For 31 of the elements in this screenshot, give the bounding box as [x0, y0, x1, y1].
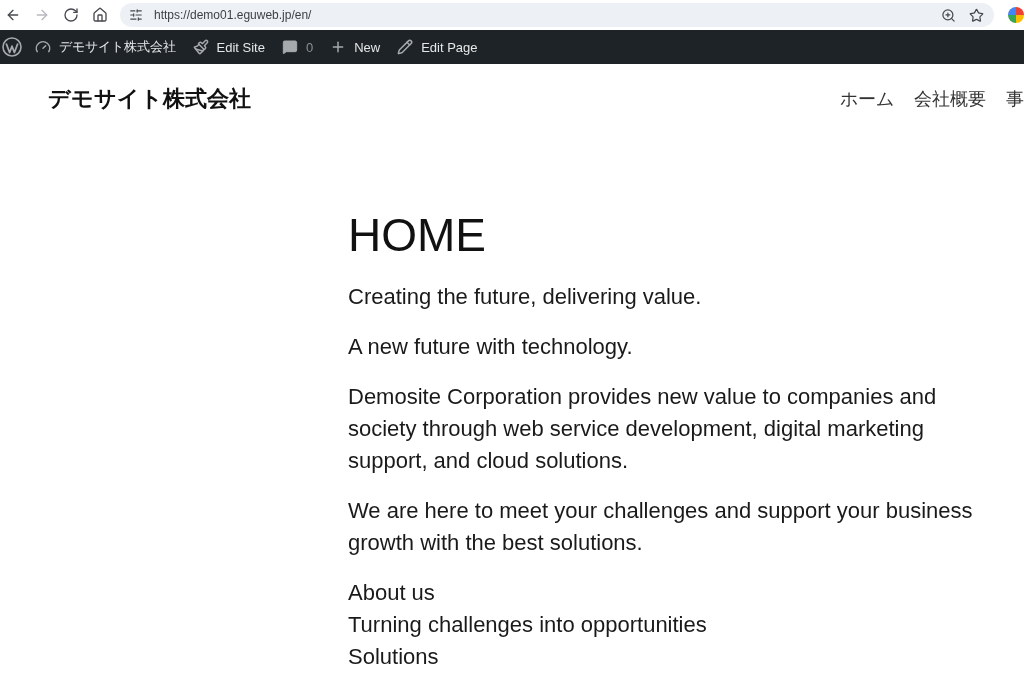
- star-icon: [968, 7, 984, 23]
- site-title[interactable]: デモサイト株式会社: [48, 84, 251, 114]
- sliders-icon: [129, 8, 143, 22]
- paintbrush-icon: [192, 39, 209, 55]
- edit-site-link[interactable]: Edit Site: [184, 30, 274, 64]
- comments-link[interactable]: 0: [273, 30, 322, 64]
- text-line: Solutions: [348, 643, 440, 671]
- reload-icon: [63, 7, 79, 23]
- nav-link[interactable]: 会社概要: [914, 87, 986, 111]
- home-icon: [92, 7, 108, 23]
- url-text: https://demo01.eguweb.jp/en/: [154, 8, 313, 22]
- wordpress-logo-icon: [2, 37, 22, 57]
- text-line: Turning challenges into opportunities: [348, 611, 708, 639]
- page-title: HOME: [348, 208, 487, 263]
- new-link[interactable]: New: [321, 30, 389, 64]
- paragraph: We are here to meet your challenges and support your business growth with the best solutions.: [348, 497, 974, 557]
- address-bar[interactable]: https://demo01.eguweb.jp/en/: [120, 3, 994, 27]
- nav-link[interactable]: 事: [1006, 87, 1024, 111]
- colorful-app-icon[interactable]: [1008, 7, 1024, 23]
- zoom-icon: [940, 7, 956, 23]
- paragraph: Demosite Corporation provides new value to companies and society through web service development, digital marketing support, and cloud solutions.: [348, 383, 938, 475]
- paragraph: Creating the future, delivering value.: [348, 283, 703, 311]
- forward-arrow-icon: [34, 7, 50, 23]
- gauge-icon: [34, 39, 51, 55]
- paragraph: A new future with technology.: [348, 333, 634, 361]
- comment-bubble-icon: [281, 39, 298, 55]
- text-line: About us: [348, 579, 436, 607]
- site-name-link[interactable]: デモサイト株式会社: [26, 30, 184, 64]
- edit-page-link[interactable]: Edit Page: [388, 30, 487, 64]
- nav-link[interactable]: ホーム: [840, 87, 894, 111]
- pencil-icon: [397, 39, 414, 55]
